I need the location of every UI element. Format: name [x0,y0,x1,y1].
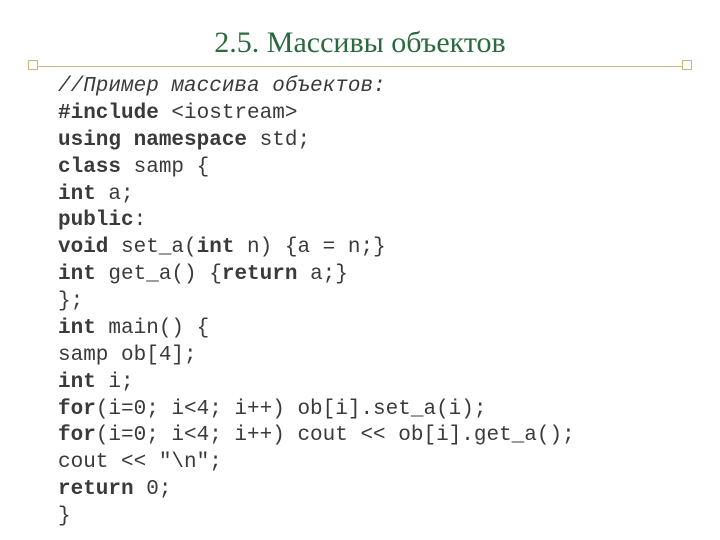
code-text: (i=0; i<4; i++) cout << ob[i].get_a(); [96,424,575,447]
code-line: //Пример массива объектов: [58,75,386,98]
kw-using-namespace: using namespace [58,129,247,152]
kw-return: return [58,478,134,501]
code-text: }; [58,290,83,313]
code-text: a; [96,183,134,206]
kw-for: for [58,424,96,447]
kw-class: class [58,156,121,179]
kw-int: int [197,236,235,259]
code-text: cout << "\n"; [58,451,222,474]
code-text: get_a() { [96,263,222,286]
code-text: i; [96,371,134,394]
code-text: : [134,209,147,232]
kw-for: for [58,398,96,421]
kw-void: void [58,236,108,259]
code-text: a;} [297,263,347,286]
kw-int: int [58,263,96,286]
code-text: <iostream> [159,102,298,125]
code-text: (i=0; i<4; i++) ob[i].set_a(i); [96,398,487,421]
kw-int: int [58,183,96,206]
code-text: samp ob[4]; [58,344,197,367]
code-text: set_a( [108,236,196,259]
code-text: n) {a = n;} [234,236,385,259]
slide-title: 2.5. Массивы объектов [0,0,720,66]
slide: 2.5. Массивы объектов //Пример массива о… [0,0,720,540]
code-block: //Пример массива объектов: #include <ios… [0,68,720,531]
kw-return: return [222,263,298,286]
kw-int: int [58,371,96,394]
code-text: samp { [121,156,209,179]
code-text: 0; [134,478,172,501]
code-text: std; [247,129,310,152]
ornament-left [28,60,38,70]
code-text: } [58,505,71,528]
kw-public: public [58,209,134,232]
kw-int: int [58,317,96,340]
kw-include: #include [58,102,159,125]
ornament-right [682,60,692,70]
code-text: main() { [96,317,209,340]
